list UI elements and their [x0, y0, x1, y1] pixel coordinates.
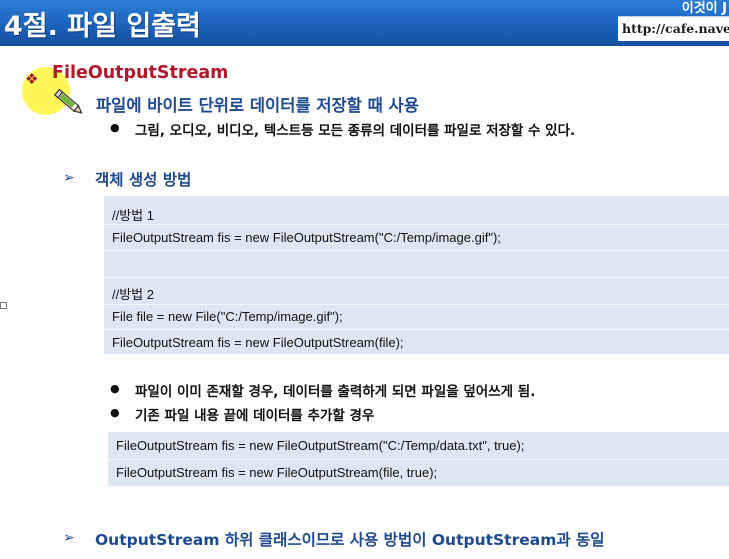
section-description: 파일에 바이트 단위로 데이터를 저장할 때 사용	[96, 96, 419, 115]
resize-handle[interactable]	[0, 302, 7, 309]
bullet-dot-icon: ●	[110, 406, 120, 419]
overwrite-note: 파일이 이미 존재할 경우, 데이터를 출력하게 되면 파일을 덮어쓰게 됨.	[135, 384, 536, 400]
bullet-dot-icon: ●	[110, 382, 120, 395]
code-line: File file = new File("C:/Temp/image.gif"…	[112, 309, 343, 324]
url-box: http://cafe.naver.c	[618, 16, 729, 41]
arrow-bullet-icon: ➢	[63, 530, 75, 546]
detail-bullet-text: 그림, 오디오, 비디오, 텍스트등 모든 종류의 데이터를 파일로 저장할 수…	[135, 123, 576, 139]
arrow-bullet-icon: ➢	[63, 170, 75, 186]
code-block-1: //방법 1 FileOutputStream fis = new FileOu…	[104, 196, 729, 354]
code-line: FileOutputStream fis = new FileOutputStr…	[112, 335, 404, 350]
diamond-bullet-icon: ❖	[25, 70, 39, 88]
footer-heading: OutputStream 하위 클래스이므로 사용 방법이 OutputStre…	[95, 531, 605, 549]
pencil-icon	[53, 88, 83, 114]
section-title: FileOutputStream	[52, 63, 229, 83]
code-line: //방법 1	[112, 208, 154, 223]
creation-heading: 객체 생성 방법	[95, 171, 192, 189]
book-title-fragment: 이것이 J	[681, 1, 727, 16]
code-block-2: FileOutputStream fis = new FileOutputStr…	[108, 432, 729, 486]
slide-title: 4절. 파일 입출력	[4, 11, 201, 42]
code-line: //방법 2	[112, 287, 154, 302]
slide-header-bar: 4절. 파일 입출력 이것이 J http://cafe.naver.c	[0, 0, 729, 46]
append-note: 기존 파일 내용 끝에 데이터를 추가할 경우	[135, 408, 375, 424]
code-line: FileOutputStream fis = new FileOutputStr…	[116, 465, 438, 480]
code-line: FileOutputStream fis = new FileOutputStr…	[116, 438, 525, 453]
code-line: FileOutputStream fis = new FileOutputStr…	[112, 230, 501, 245]
bullet-dot-icon: ●	[110, 121, 120, 134]
url-text: http://cafe.naver.c	[622, 21, 729, 36]
